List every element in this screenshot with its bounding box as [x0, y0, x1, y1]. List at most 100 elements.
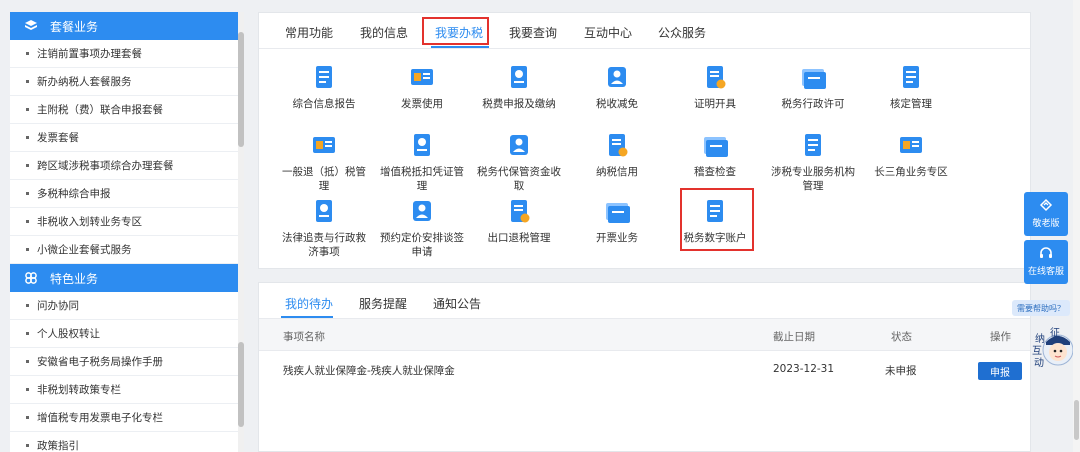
sidebar-item-label: 政策指引	[37, 440, 79, 452]
sidebar-item-label: 问办协同	[37, 300, 79, 312]
service-item[interactable]: 税务行政许可	[768, 63, 858, 111]
service-label: 发票使用	[401, 98, 443, 110]
help-bubble[interactable]: 需要帮助吗？	[1012, 300, 1070, 316]
service-item[interactable]: 法律追责与行政救济事项	[279, 197, 369, 259]
bullet-dot-icon	[26, 192, 29, 195]
service-item[interactable]: 税收减免	[572, 63, 662, 111]
bullet-dot-icon	[26, 332, 29, 335]
clover-icon	[24, 271, 38, 285]
bullet-dot-icon	[26, 136, 29, 139]
service-label: 一般退（抵）税管理	[282, 166, 366, 192]
sidebar-section-featured[interactable]: 特色业务	[10, 264, 244, 292]
tab-my-todo[interactable]: 我的待办	[285, 295, 333, 312]
sidebar-item[interactable]: 发票套餐	[10, 124, 238, 152]
region-building-icon	[866, 131, 956, 161]
headset-icon	[1038, 245, 1054, 261]
todo-panel: 我的待办 服务提醒 通知公告 事项名称 截止日期 状态 操作 残疾人就业保障金-…	[258, 282, 1031, 452]
service-item[interactable]: 稽查检查	[670, 131, 760, 179]
service-item[interactable]: 证明开具	[670, 63, 760, 111]
sidebar-section-title: 套餐业务	[50, 19, 99, 34]
sidebar-item-label: 非税划转政策专栏	[37, 384, 121, 396]
invoice-icon	[377, 63, 467, 93]
service-item[interactable]: 开票业务	[572, 197, 662, 245]
service-label: 证明开具	[694, 98, 736, 110]
service-item[interactable]: 纳税信用	[572, 131, 662, 179]
service-label: 纳税信用	[596, 166, 638, 178]
sidebar-scroll-thumb-lower[interactable]	[238, 342, 244, 427]
service-label: 涉税专业服务机构管理	[771, 166, 855, 192]
sidebar-item[interactable]: 新办纳税人套餐服务	[10, 68, 238, 96]
service-item[interactable]: 核定管理	[866, 63, 956, 111]
service-item[interactable]: 税务代保管资金收取	[474, 131, 564, 193]
service-item[interactable]: 涉税专业服务机构管理	[768, 131, 858, 193]
service-item[interactable]: 一般退（抵）税管理	[279, 131, 369, 193]
tab-notice[interactable]: 通知公告	[433, 295, 481, 312]
bullet-dot-icon	[26, 164, 29, 167]
sidebar-scrollbar[interactable]	[238, 12, 244, 452]
online-service-button[interactable]: 在线客服	[1024, 240, 1068, 284]
sidebar-item[interactable]: 增值税专用发票电子化专栏	[10, 404, 238, 432]
credit-person-icon	[572, 131, 662, 161]
row-deadline: 2023-12-31	[773, 363, 835, 375]
elder-mode-button[interactable]: 敬老版	[1024, 192, 1068, 236]
tax-portal-page: 套餐业务 注销前置事项办理套餐新办纳税人套餐服务 主附税（费）联合申报套餐发票套餐…	[0, 0, 1080, 452]
service-item[interactable]: 预约定价安排谈签申请	[377, 197, 467, 259]
heart-hand-icon	[1038, 197, 1054, 213]
service-item[interactable]: 长三角业务专区	[866, 131, 956, 179]
cube-icon	[24, 19, 38, 33]
service-label: 增值税抵扣凭证管理	[380, 166, 464, 192]
sidebar-section-package[interactable]: 套餐业务	[10, 12, 244, 40]
sidebar-item[interactable]: 小微企业套餐式服务	[10, 236, 238, 264]
service-item[interactable]: 出口退税管理	[474, 197, 564, 245]
service-label: 税务行政许可	[781, 98, 845, 110]
elder-mode-label: 敬老版	[1032, 219, 1060, 229]
service-label: 核定管理	[890, 98, 932, 110]
chart-permit-icon	[768, 63, 858, 93]
sidebar-item-label: 发票套餐	[37, 132, 79, 144]
page-scrollbar[interactable]	[1073, 0, 1080, 452]
sidebar-item-label: 增值税专用发票电子化专栏	[37, 412, 163, 424]
sidebar-item[interactable]: 政策指引	[10, 432, 238, 452]
service-item[interactable]: 综合信息报告	[279, 63, 369, 111]
service-grid: 综合信息报告 发票使用 税费申报及缴纳 税收减免 证明开具 税务行政许可 核定管理一般退（抵…	[259, 13, 1030, 268]
service-label: 税费申报及缴纳	[482, 98, 556, 110]
bullet-dot-icon	[26, 388, 29, 391]
service-item[interactable]: 发票使用	[377, 63, 467, 111]
tab-service-reminder[interactable]: 服务提醒	[359, 295, 407, 312]
agency-building-icon	[768, 131, 858, 161]
mascot-assistant[interactable]: 征 纳 互 动	[1032, 326, 1076, 370]
sidebar-item-label: 注销前置事项办理套餐	[37, 48, 142, 60]
sidebar-item-label: 安徽省电子税务局操作手册	[37, 356, 163, 368]
sidebar-item[interactable]: 跨区域涉税事项综合办理套餐	[10, 152, 238, 180]
service-item[interactable]: 税费申报及缴纳	[474, 63, 564, 111]
service-item[interactable]: 增值税抵扣凭证管理	[377, 131, 467, 193]
service-label: 开票业务	[596, 232, 638, 244]
sidebar: 套餐业务 注销前置事项办理套餐新办纳税人套餐服务 主附税（费）联合申报套餐发票套餐…	[10, 12, 244, 452]
page-scroll-thumb[interactable]	[1074, 400, 1079, 440]
sidebar-item-label: 个人股权转让	[37, 328, 100, 340]
sidebar-item[interactable]: 个人股权转让	[10, 320, 238, 348]
service-label: 预约定价安排谈签申请	[380, 232, 464, 258]
sidebar-scroll-thumb[interactable]	[238, 32, 244, 147]
sidebar-item[interactable]: 非税收入划转业务专区	[10, 208, 238, 236]
row-status: 未申报	[885, 365, 917, 377]
sidebar-item[interactable]: 主附税（费）联合申报套餐	[10, 96, 238, 124]
sidebar-item[interactable]: 安徽省电子税务局操作手册	[10, 348, 238, 376]
invoicing-icon	[572, 197, 662, 227]
appointment-person-icon	[377, 197, 467, 227]
sidebar-item[interactable]: 问办协同	[10, 292, 238, 320]
sidebar-item[interactable]: 非税划转政策专栏	[10, 376, 238, 404]
service-label: 长三角业务专区	[874, 166, 948, 178]
bullet-dot-icon	[26, 52, 29, 55]
sidebar-item[interactable]: 注销前置事项办理套餐	[10, 40, 238, 68]
service-label: 税收减免	[596, 98, 638, 110]
sidebar-item[interactable]: 多税种综合申报	[10, 180, 238, 208]
certificate-icon	[670, 63, 760, 93]
bullet-dot-icon	[26, 444, 29, 447]
sidebar-section-title: 特色业务	[50, 271, 99, 286]
sidebar-item-label: 非税收入划转业务专区	[37, 216, 142, 228]
inspect-doc-icon	[670, 131, 760, 161]
legal-person-icon	[279, 197, 369, 227]
col-action: 操作	[990, 331, 1011, 343]
declare-button[interactable]: 申报	[978, 362, 1022, 380]
